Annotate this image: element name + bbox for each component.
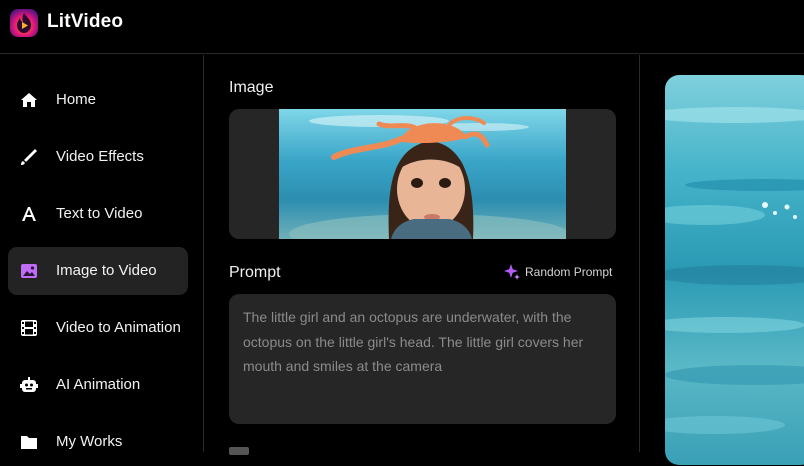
- brush-icon: [21, 149, 37, 165]
- random-prompt-label: Random Prompt: [525, 265, 613, 279]
- sidebar-item-text-to-video[interactable]: Text to Video: [8, 190, 188, 238]
- next-section-label-partial: [229, 447, 249, 455]
- folder-icon: [21, 436, 37, 449]
- sidebar-item-image-to-video[interactable]: Image to Video: [8, 247, 188, 295]
- app-header: LitVideo: [0, 0, 804, 54]
- sidebar-item-my-works[interactable]: My Works: [8, 418, 188, 466]
- sparkle-icon: [504, 264, 520, 280]
- image-section-label: Image: [229, 79, 274, 96]
- sidebar-item-ai-animation[interactable]: AI Animation: [8, 361, 188, 409]
- sidebar-item-label: Image to Video: [56, 262, 157, 279]
- sidebar-item-label: Home: [56, 91, 97, 108]
- app-title[interactable]: LitVideo: [47, 11, 123, 33]
- sidebar-item-label: Video to Animation: [56, 319, 181, 336]
- robot-icon: [20, 377, 38, 392]
- image-to-video-panel: Image Prompt Random Prompt The little gi…: [205, 55, 640, 455]
- sidebar-item-label: Text to Video: [56, 205, 143, 222]
- prompt-section-label: Prompt: [229, 264, 281, 281]
- sidebar-item-label: My Works: [56, 433, 123, 450]
- image-upload-area[interactable]: [229, 109, 616, 239]
- prompt-placeholder-text: The little girl and an octopus are under…: [243, 309, 584, 374]
- prompt-input[interactable]: The little girl and an octopus are under…: [229, 294, 616, 424]
- sidebar-item-video-effects[interactable]: Video Effects: [8, 133, 188, 181]
- sidebar-item-label: Video Effects: [56, 148, 144, 165]
- film-icon: [21, 320, 37, 336]
- sidebar: Home Video Effects Text to Video Image t…: [0, 55, 204, 452]
- image-icon: [21, 264, 37, 278]
- uploaded-image: [279, 109, 566, 239]
- home-icon: [21, 93, 37, 107]
- video-preview[interactable]: [665, 75, 804, 465]
- sidebar-item-label: AI Animation: [56, 376, 141, 393]
- sidebar-item-video-to-animation[interactable]: Video to Animation: [8, 304, 188, 352]
- litvideo-logo-icon[interactable]: [10, 9, 38, 37]
- sidebar-item-home[interactable]: Home: [8, 76, 188, 124]
- text-icon: [22, 207, 36, 221]
